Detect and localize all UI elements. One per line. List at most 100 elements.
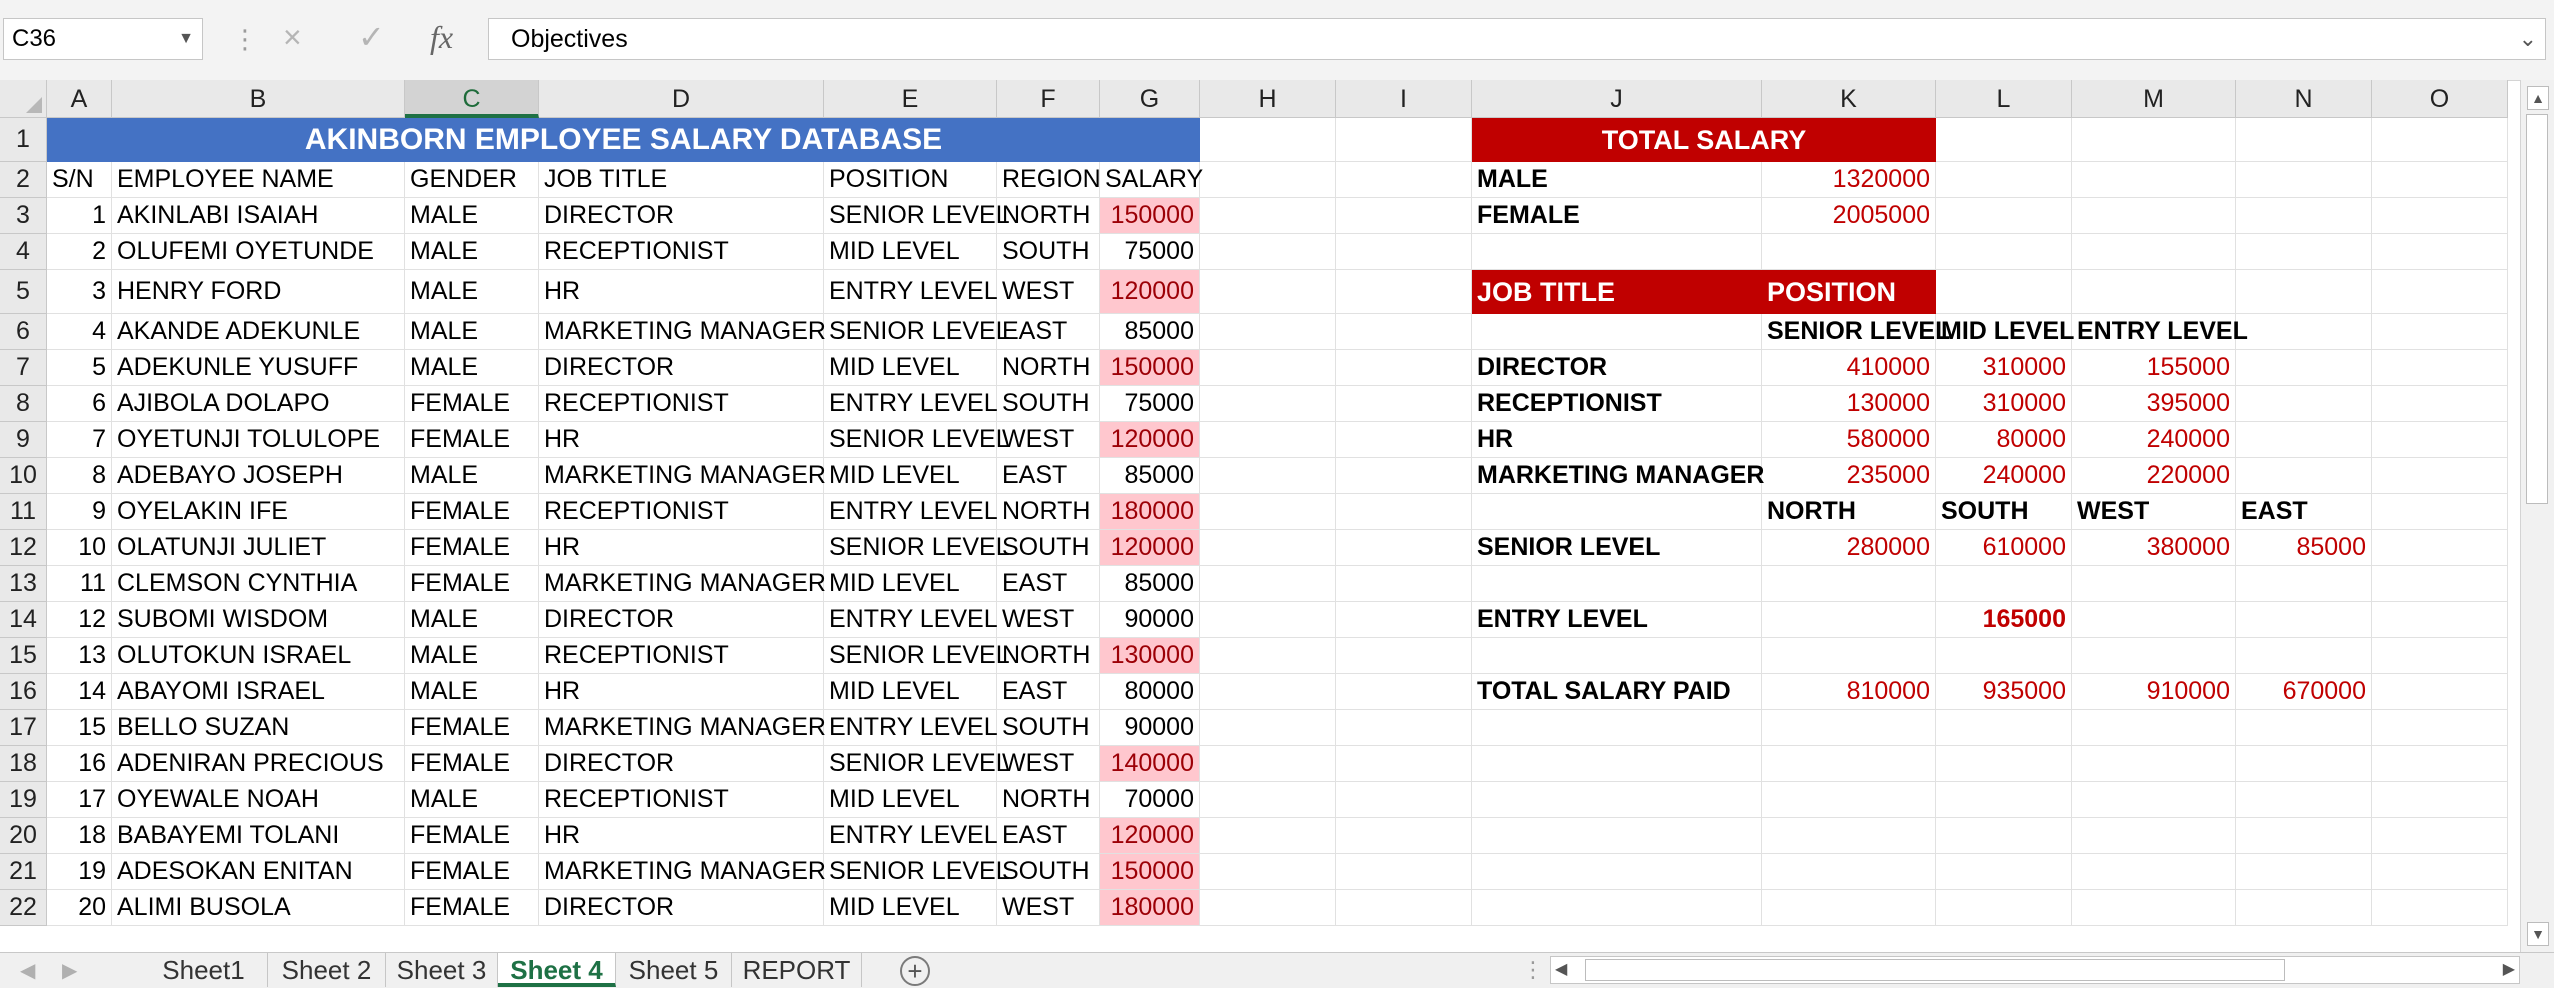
row-header-14[interactable]: 14 [0,602,47,638]
table-cell[interactable]: EAST [997,314,1100,350]
senior-level-total[interactable]: 85000 [2236,530,2372,566]
grid-cell[interactable] [1200,818,1336,854]
scroll-left-icon[interactable]: ◀ [1555,959,1567,981]
table-cell[interactable]: MARKETING MANAGER [539,710,826,746]
total-salary-paid[interactable]: 935000 [1936,674,2072,710]
table-cell[interactable]: OLUTOKUN ISRAEL [112,638,405,674]
grid-cell[interactable] [1336,854,1472,890]
salary-cell[interactable]: 180000 [1100,890,1200,926]
total-salary-paid[interactable]: 810000 [1762,674,1936,710]
table-cell[interactable]: AKINLABI ISAIAH [112,198,405,234]
grid-cell[interactable] [1936,162,2072,198]
grid-cell[interactable] [1200,566,1336,602]
salary-cell[interactable]: 150000 [1100,350,1200,386]
grid-cell[interactable] [2372,566,2508,602]
row-header-17[interactable]: 17 [0,710,47,746]
column-title[interactable]: S/N [47,162,112,198]
grid-cell[interactable] [2372,270,2508,314]
table-cell[interactable]: 12 [47,602,112,638]
job-title-label[interactable]: RECEPTIONIST [1472,386,1762,422]
table-cell[interactable]: RECEPTIONIST [539,494,824,530]
grid-cell[interactable] [2372,118,2508,162]
table-cell[interactable]: SOUTH [997,530,1100,566]
grid-cell[interactable] [2236,890,2372,926]
grid-cell[interactable] [1200,350,1336,386]
table-cell[interactable]: MALE [405,270,539,314]
column-header-n[interactable]: N [2236,80,2372,118]
position-header[interactable]: SENIOR LEVEL [1762,314,1950,350]
table-cell[interactable]: HENRY FORD [112,270,405,314]
table-cell[interactable]: ENTRY LEVEL [824,710,998,746]
table-cell[interactable]: AKANDE ADEKUNLE [112,314,405,350]
salary-cell[interactable]: 85000 [1100,458,1200,494]
column-header-h[interactable]: H [1200,80,1336,118]
grid-cell[interactable] [2236,854,2372,890]
table-cell[interactable]: 4 [47,314,112,350]
region-header[interactable]: WEST [2072,494,2236,530]
grid-cell[interactable] [1336,890,1472,926]
table-cell[interactable]: 20 [47,890,112,926]
grid-cell[interactable] [1200,270,1336,314]
gender-label[interactable]: MALE [1472,162,1762,198]
row-header-16[interactable]: 16 [0,674,47,710]
grid-cell[interactable] [1200,638,1336,674]
table-cell[interactable]: EAST [997,674,1100,710]
grid-cell[interactable] [1336,782,1472,818]
row-header-9[interactable]: 9 [0,422,47,458]
position-header[interactable]: MID LEVEL [1936,314,2074,350]
grid-cell[interactable] [2072,270,2236,314]
column-header-g[interactable]: G [1100,80,1200,118]
grid-cell[interactable] [1472,566,1762,602]
grid-cell[interactable] [2372,494,2508,530]
grid-cell[interactable] [1936,890,2072,926]
column-header-i[interactable]: I [1336,80,1472,118]
vertical-scrollbar[interactable]: ▲ ▼ [2520,80,2554,952]
table-cell[interactable]: BELLO SUZAN [112,710,405,746]
grid-cell[interactable] [1762,710,1936,746]
table-cell[interactable]: CLEMSON CYNTHIA [112,566,405,602]
grid-cell[interactable] [1336,162,1472,198]
table-cell[interactable]: FEMALE [405,818,539,854]
grid-cell[interactable] [1936,270,2072,314]
grid-cell[interactable] [1472,854,1762,890]
sheet-tab-sheet-5[interactable]: Sheet 5 [616,953,732,987]
table-cell[interactable]: DIRECTOR [539,746,824,782]
column-title[interactable]: JOB TITLE [539,162,824,198]
grid-cell[interactable] [2072,638,2236,674]
grid-cell[interactable] [2372,198,2508,234]
table-cell[interactable]: MID LEVEL [824,890,997,926]
sheet-tab-sheet-3[interactable]: Sheet 3 [386,953,498,987]
grid-cell[interactable] [1936,710,2072,746]
worksheet-grid[interactable]: AKINBORN EMPLOYEE SALARY DATABASE S/N EMPL… [47,118,2520,952]
name-box[interactable]: C36 ▼ [3,18,203,60]
grid-cell[interactable] [1336,530,1472,566]
column-header-b[interactable]: B [112,80,405,118]
grid-cell[interactable] [2236,602,2372,638]
table-cell[interactable]: FEMALE [405,386,539,422]
enter-icon[interactable]: ✓ [358,17,385,57]
table-cell[interactable]: MARKETING MANAGER [539,854,826,890]
table-cell[interactable]: HR [539,422,824,458]
row-header-8[interactable]: 8 [0,386,47,422]
table-cell[interactable]: FEMALE [405,854,539,890]
table-cell[interactable]: EAST [997,458,1100,494]
table-cell[interactable]: OYELAKIN IFE [112,494,405,530]
grid-cell[interactable] [1762,746,1936,782]
row-header-12[interactable]: 12 [0,530,47,566]
job-position-total[interactable]: 235000 [1762,458,1936,494]
table-cell[interactable]: 15 [47,710,112,746]
grid-cell[interactable] [1200,674,1336,710]
grid-cell[interactable] [1936,746,2072,782]
salary-cell[interactable]: 140000 [1100,746,1200,782]
grid-cell[interactable] [1200,890,1336,926]
grid-cell[interactable] [2072,746,2236,782]
table-cell[interactable]: MARKETING MANAGER [539,566,826,602]
table-cell[interactable]: WEST [997,746,1100,782]
table-cell[interactable]: RECEPTIONIST [539,234,824,270]
total-salary-paid[interactable]: 910000 [2072,674,2236,710]
next-sheet-icon[interactable]: ▶ [62,955,77,987]
grid-cell[interactable] [2236,710,2372,746]
column-title[interactable]: GENDER [405,162,539,198]
grid-cell[interactable] [2236,818,2372,854]
job-position-total[interactable]: 155000 [2072,350,2236,386]
